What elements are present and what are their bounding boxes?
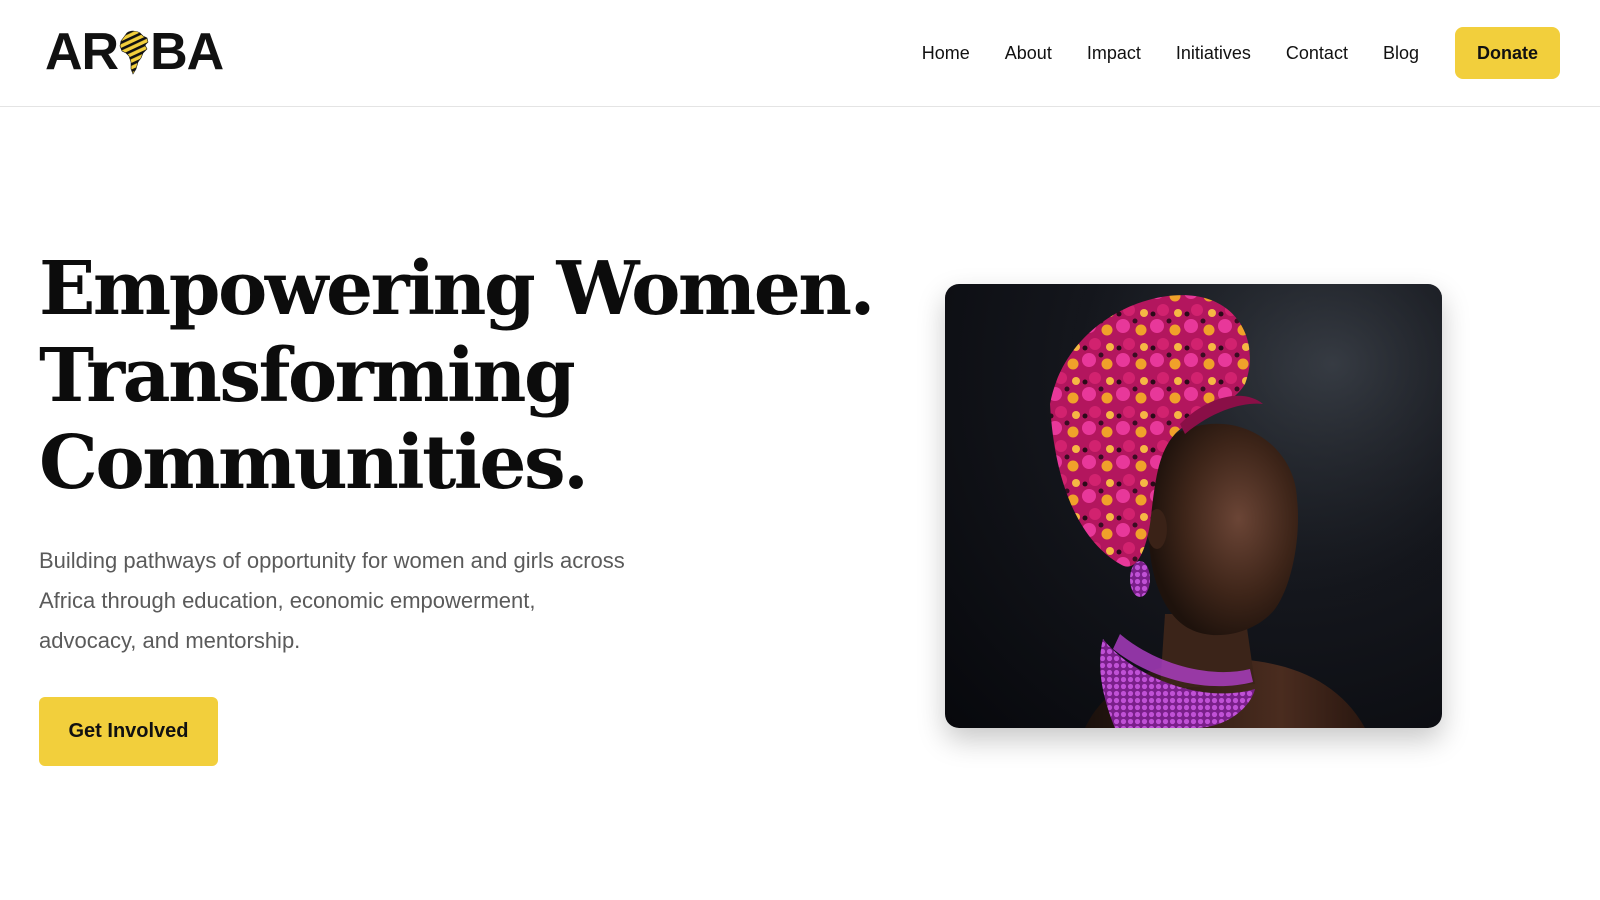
hero-title-line-2: Transforming xyxy=(39,333,576,419)
africa-map-icon xyxy=(119,30,149,75)
hero-portrait-image xyxy=(945,284,1442,728)
hero-subtitle: Building pathways of opportunity for wom… xyxy=(39,548,625,653)
donate-button[interactable]: Donate xyxy=(1454,27,1560,79)
nav-item-impact[interactable]: Impact xyxy=(1087,43,1141,64)
portrait-illustration xyxy=(945,284,1442,728)
main-nav: Home About Impact Initiatives Contact Bl… xyxy=(922,27,1560,79)
nav-item-initiatives[interactable]: Initiatives xyxy=(1176,43,1251,64)
nav-item-about[interactable]: About xyxy=(1005,43,1052,64)
nav-item-contact[interactable]: Contact xyxy=(1286,43,1348,64)
get-involved-button[interactable]: Get Involved xyxy=(39,697,218,766)
site-header: AR BA Home About Impact Initiatives Cont… xyxy=(0,0,1600,107)
hero-title-line-1: Empowering Women. xyxy=(39,246,875,332)
nav-item-home[interactable]: Home xyxy=(922,43,970,64)
logo-text-left: AR xyxy=(45,23,119,81)
hero-title-line-3: Communities. xyxy=(39,420,589,506)
logo-text-right: BA xyxy=(150,23,224,81)
nav-item-blog[interactable]: Blog xyxy=(1383,43,1419,64)
hero-title: Empowering Women. Transforming Communiti… xyxy=(39,246,875,507)
site-logo[interactable]: AR BA xyxy=(45,23,224,81)
